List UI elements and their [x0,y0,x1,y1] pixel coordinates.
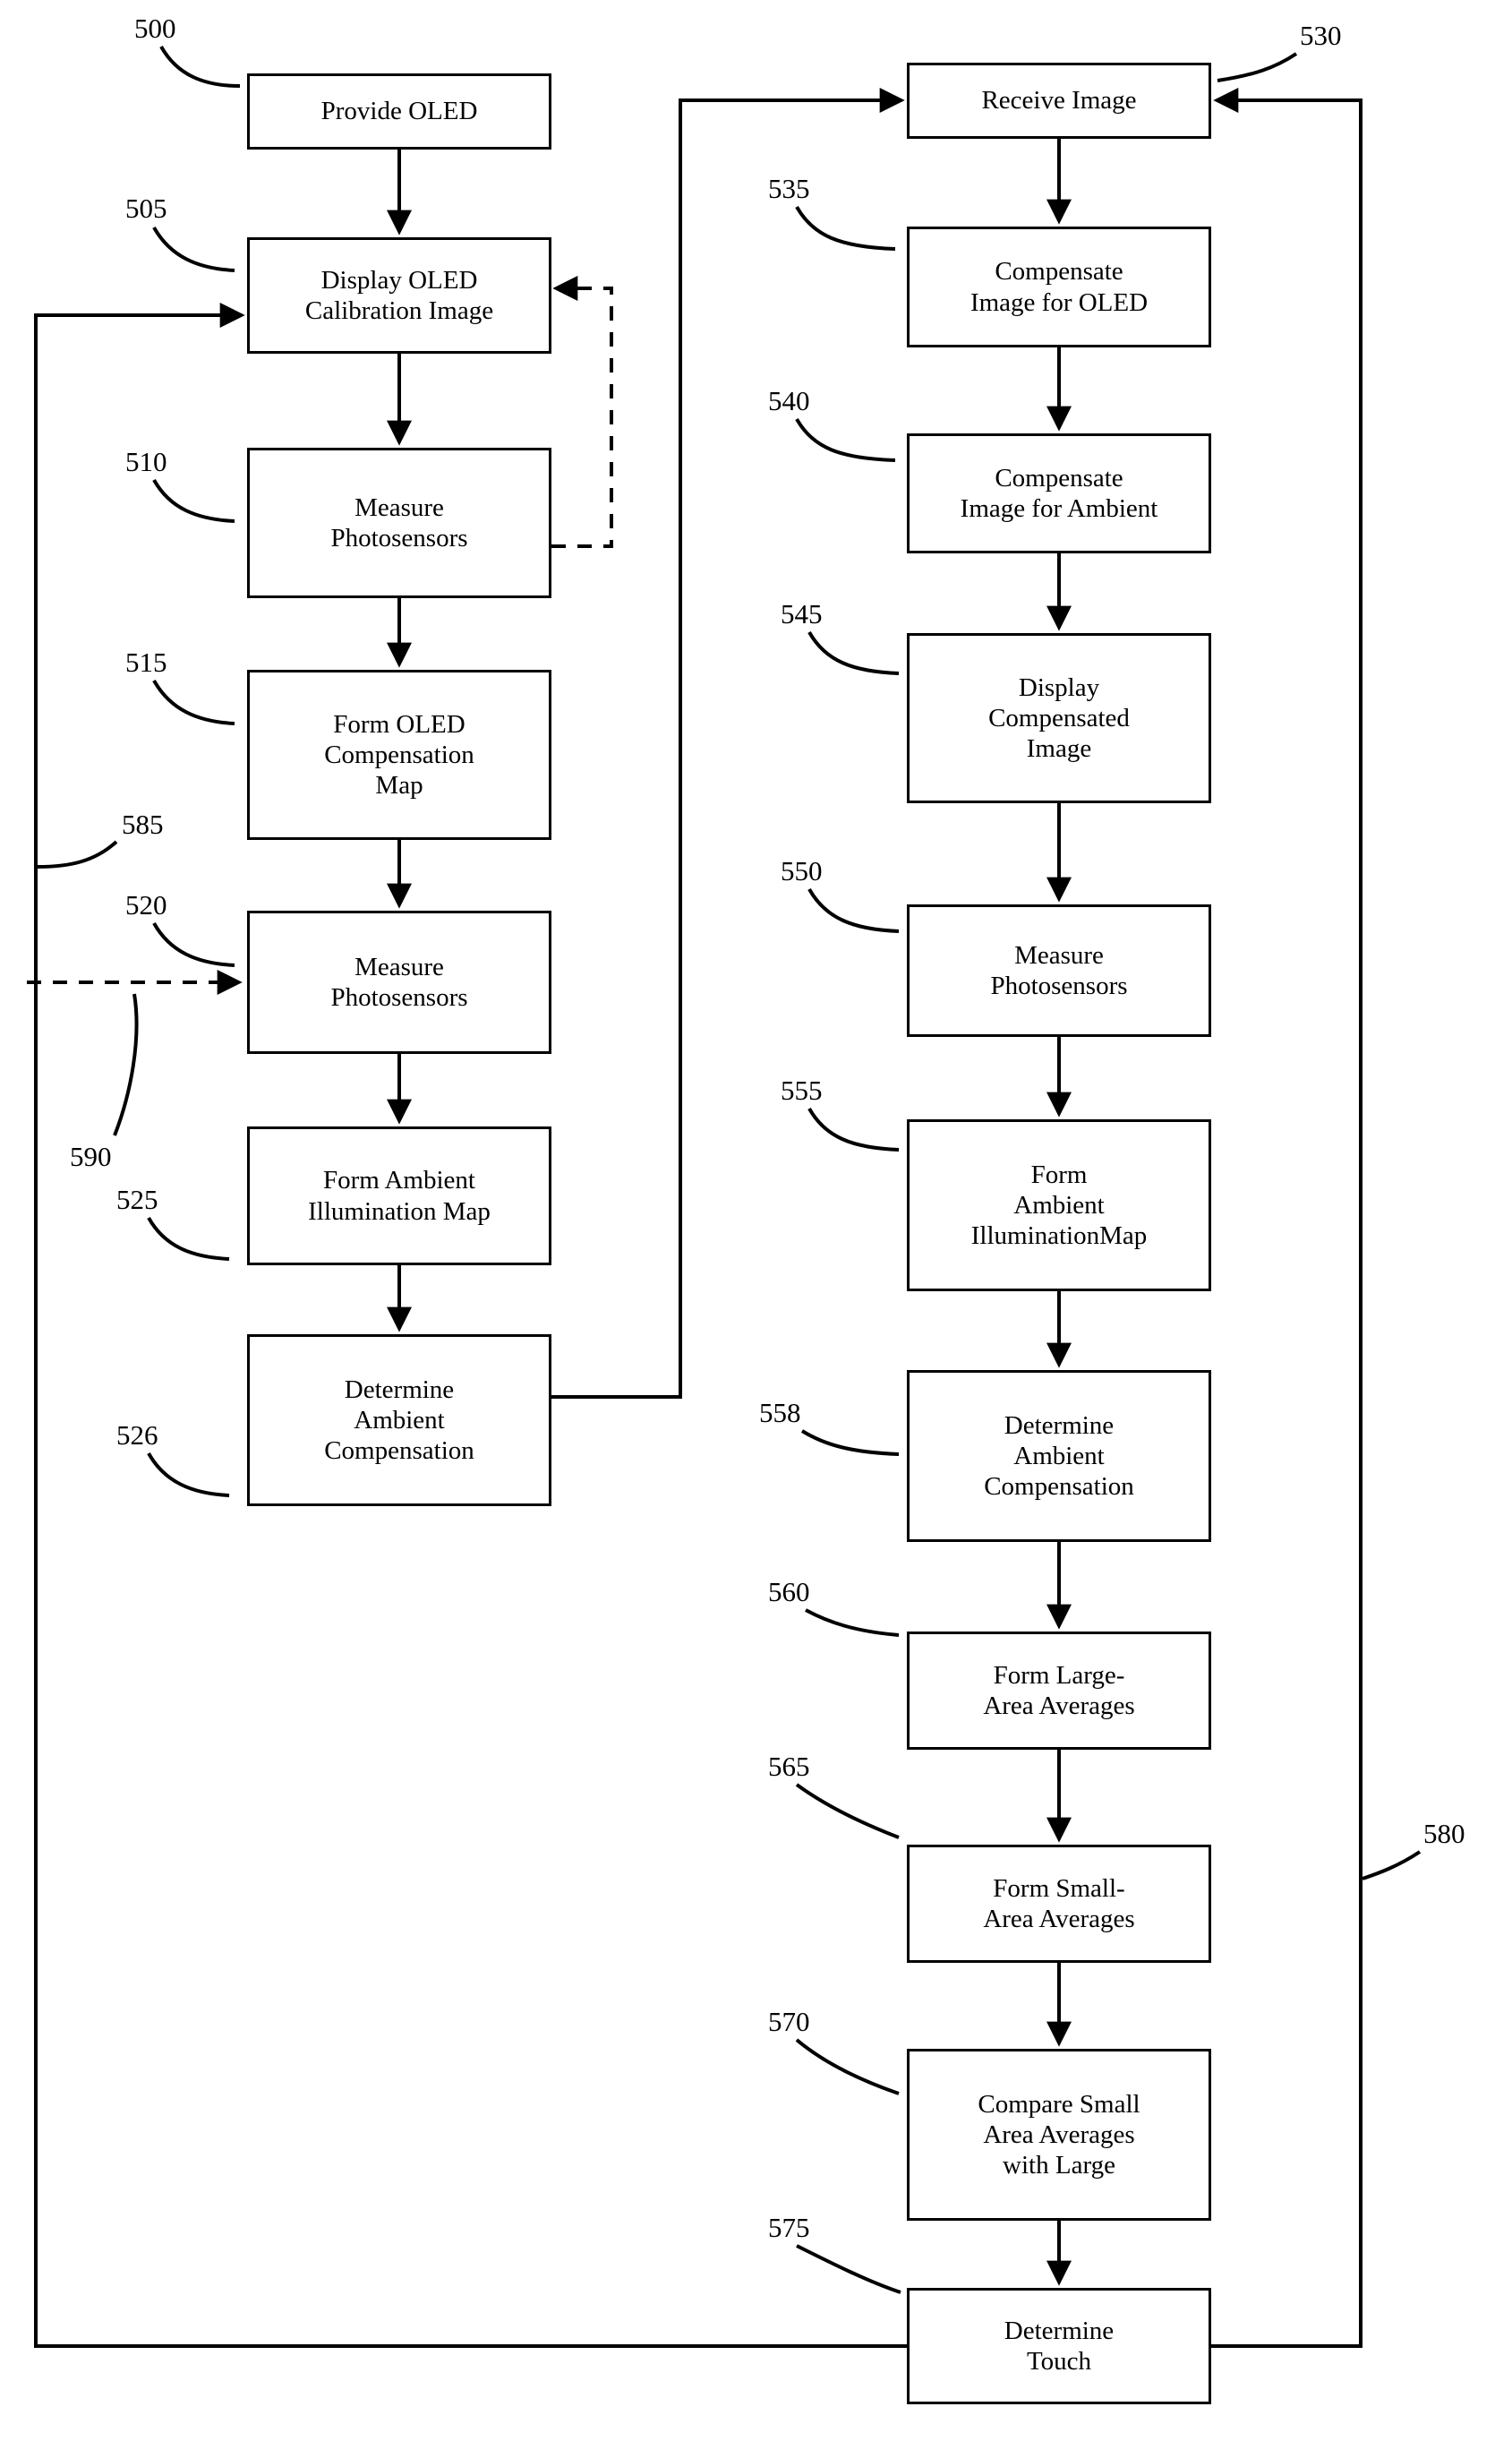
arrow-585-loop [34,303,907,2348]
ref-label-585: 585 [122,809,164,840]
connector-layer [27,46,1422,2348]
ref-label-526: 526 [116,1419,158,1451]
node-form-ambient-illumination-map: Form Ambient Illumination Map [247,1126,551,1265]
node-label: Compare Small Area Averages with Large [978,2089,1140,2180]
ref-label-505: 505 [125,193,167,224]
leader-555 [807,1108,900,1152]
ref-label-550: 550 [781,855,823,886]
node-label: Determine Ambient Compensation [324,1375,474,1466]
leader-550 [807,888,900,933]
node-label: Display Compensated Image [988,672,1130,764]
leader-500 [159,46,241,88]
leader-560 [805,1608,900,1637]
node-label: Compensate Image for OLED [970,257,1149,317]
ref-label-555: 555 [781,1075,823,1106]
leader-530 [1217,52,1298,82]
leader-565 [795,1783,900,1839]
node-display-oled-calibration-image: Display OLED Calibration Image [247,237,551,354]
leader-580 [1362,1850,1422,1880]
ref-label-515: 515 [125,647,167,678]
leader-515 [152,680,235,725]
node-provide-oled: Provide OLED [247,73,551,150]
ref-label-570: 570 [768,2006,810,2037]
node-compensate-image-for-oled: Compensate Image for OLED [907,227,1211,347]
node-compare-small-area-averages-with-large: Compare Small Area Averages with Large [907,2049,1211,2221]
ref-label-560: 560 [768,1576,810,1607]
ref-label-545: 545 [781,598,823,630]
node-label: Measure Photosensors [330,492,468,552]
arrow-580-loop [1211,88,1363,2348]
leader-526 [147,1452,230,1497]
node-label: Form Large- Area Averages [983,1660,1135,1720]
ref-label-535: 535 [768,173,810,204]
node-compensate-image-for-ambient: Compensate Image for Ambient [907,433,1211,553]
node-label: Form Ambient Illumination Map [308,1166,491,1226]
node-label: Display OLED Calibration Image [304,265,494,325]
leader-590 [113,993,139,1136]
node-form-oled-compensation-map: Form OLED Compensation Map [247,670,551,840]
ref-label-500: 500 [134,13,176,44]
node-measure-photosensors-510: Measure Photosensors [247,448,551,598]
ref-label-520: 520 [125,889,167,921]
ref-label-530: 530 [1300,20,1342,51]
node-determine-ambient-compensation-558: Determine Ambient Compensation [907,1370,1211,1542]
ref-label-525: 525 [116,1184,158,1215]
ref-label-558: 558 [759,1397,801,1428]
flowchart-diagram: Provide OLED Display OLED Calibration Im… [0,0,1512,2441]
ref-label-565: 565 [768,1751,810,1782]
node-label: Form OLED Compensation Map [324,709,474,801]
arrow-dashed-510-505 [551,276,613,548]
node-receive-image: Receive Image [907,63,1211,139]
node-form-large-area-averages: Form Large- Area Averages [907,1632,1211,1750]
node-label: Measure Photosensors [990,940,1128,1000]
leader-545 [807,631,900,675]
node-determine-touch: Determine Touch [907,2288,1211,2404]
node-label: Measure Photosensors [330,952,468,1012]
ref-label-540: 540 [768,385,810,416]
node-form-ambient-illumination-map-555: Form Ambient IlluminationMap [907,1119,1211,1291]
node-label: Determine Ambient Compensation [984,1410,1134,1502]
node-label: Provide OLED [320,97,478,126]
node-label: Determine Touch [1004,2316,1115,2376]
node-form-small-area-averages: Form Small- Area Averages [907,1845,1211,1963]
leader-505 [152,227,235,272]
leader-525 [147,1217,230,1261]
node-measure-photosensors-550: Measure Photosensors [907,904,1211,1037]
leader-585 [37,840,118,869]
leader-575 [796,2244,901,2294]
ref-label-575: 575 [768,2212,810,2243]
leader-510 [152,479,235,523]
leader-535 [795,206,896,251]
leader-570 [795,2038,900,2095]
node-label: Compensate Image for Ambient [960,463,1158,523]
node-measure-photosensors-520: Measure Photosensors [247,911,551,1054]
node-label: Receive Image [981,86,1137,116]
leader-540 [795,418,896,462]
node-display-compensated-image: Display Compensated Image [907,633,1211,803]
ref-label-510: 510 [125,446,167,477]
node-determine-ambient-compensation-526: Determine Ambient Compensation [247,1334,551,1506]
node-label: Form Ambient IlluminationMap [970,1160,1148,1251]
ref-label-590: 590 [70,1141,112,1172]
arrow-526-530 [551,88,905,1399]
leader-520 [152,922,235,967]
node-label: Form Small- Area Averages [983,1873,1135,1933]
leader-558 [800,1429,900,1456]
ref-label-580: 580 [1423,1818,1465,1849]
